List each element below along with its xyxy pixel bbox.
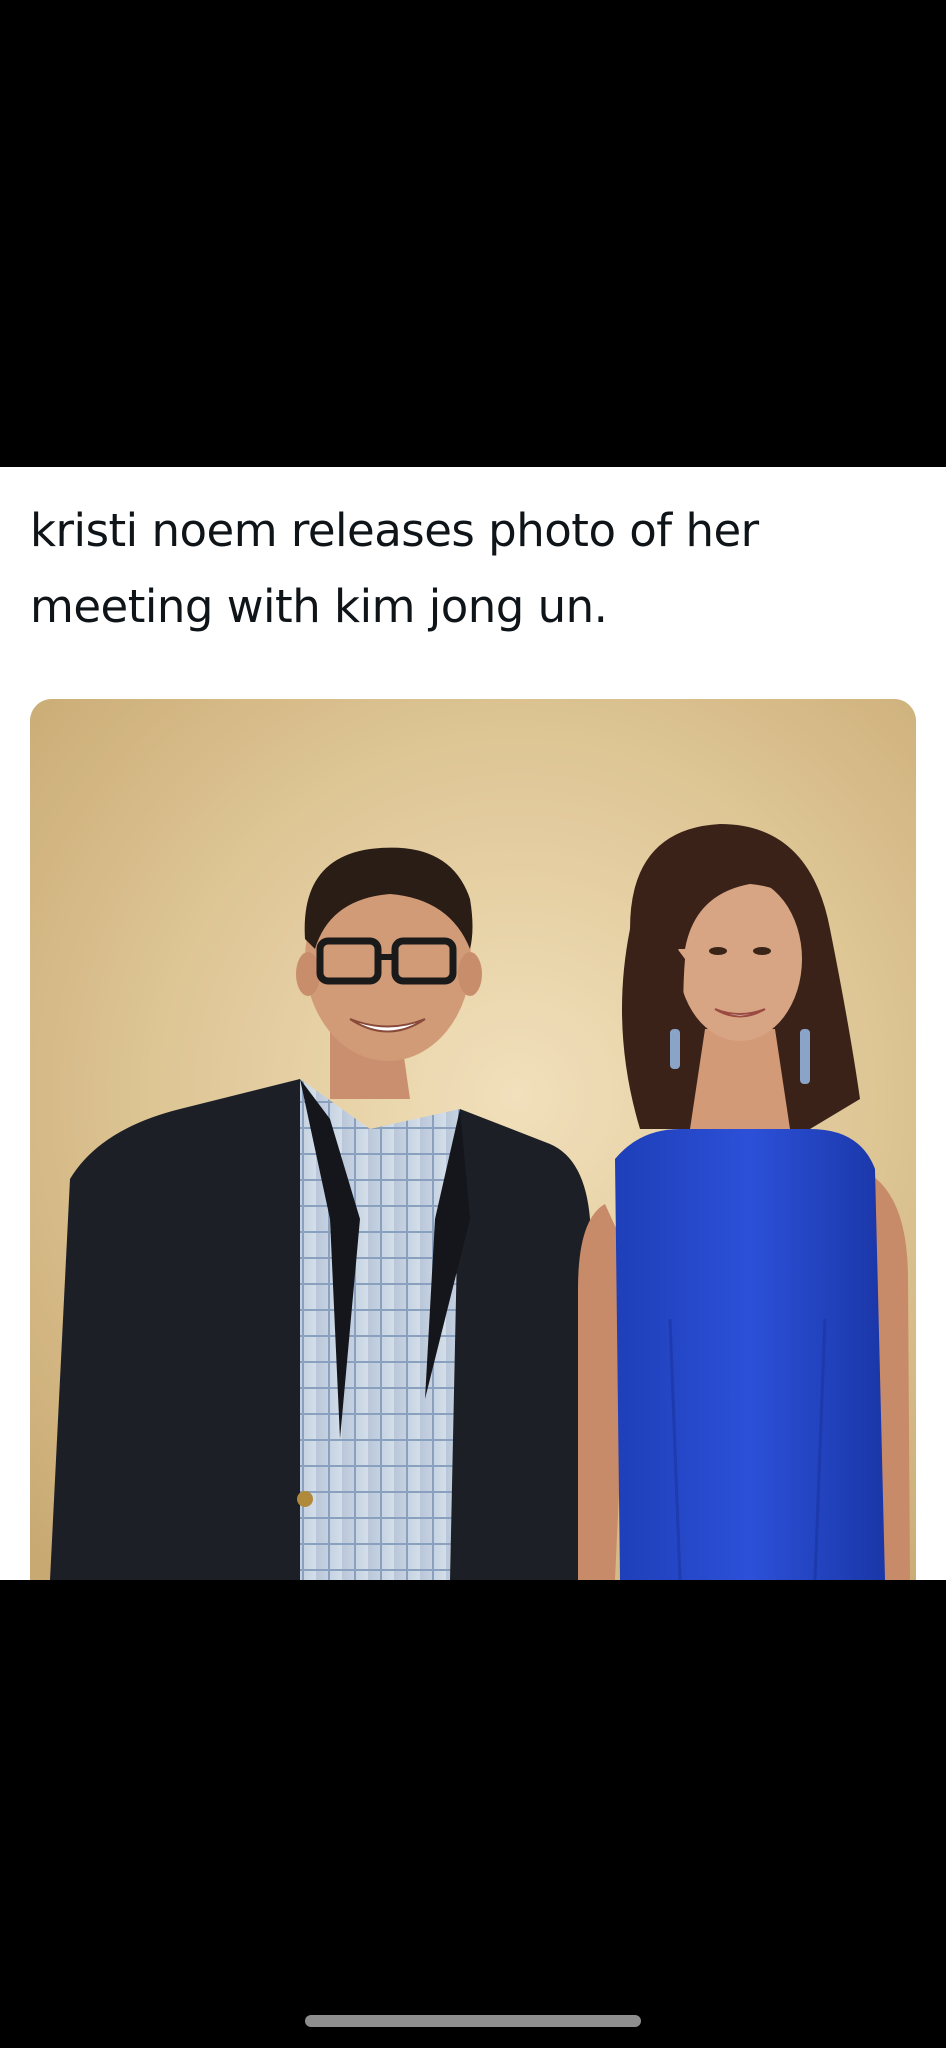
- post-text: kristi noem releases photo of her meetin…: [30, 504, 759, 633]
- post-photo[interactable]: [30, 699, 916, 1580]
- home-indicator[interactable]: [305, 2015, 641, 2027]
- photo-of-two-people-icon: [30, 699, 916, 1580]
- top-black-area: [0, 0, 946, 467]
- post-card: kristi noem releases photo of her meetin…: [0, 467, 946, 1580]
